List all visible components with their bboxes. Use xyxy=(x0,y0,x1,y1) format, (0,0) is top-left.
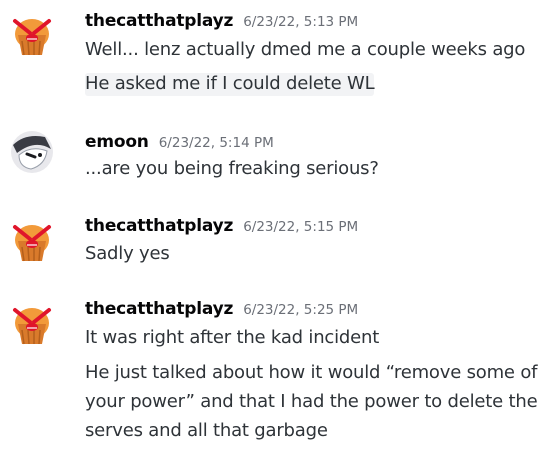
timestamp: 6/23/22, 5:13 PM xyxy=(243,14,359,30)
message-header: thecatthatplayz 6/23/22, 5:15 PM xyxy=(85,216,358,236)
timestamp: 6/23/22, 5:25 PM xyxy=(243,302,359,318)
message-text: It was right after the kad incident xyxy=(85,327,380,348)
message-text: He just talked about how it would “remov… xyxy=(85,362,538,383)
message-text: your power” and that I had the power to … xyxy=(85,391,538,412)
username[interactable]: thecatthatplayz xyxy=(85,11,233,31)
message-header: thecatthatplayz 6/23/22, 5:25 PM xyxy=(85,299,358,319)
message-text: Well... lenz actually dmed me a couple w… xyxy=(85,39,526,60)
message-text: He asked me if I could delete WL xyxy=(85,73,375,96)
ghost-mask-avatar-icon[interactable] xyxy=(11,131,53,173)
message-text-highlighted: He asked me if I could delete WL xyxy=(85,73,375,96)
message-header: emoon 6/23/22, 5:14 PM xyxy=(85,132,274,152)
username[interactable]: thecatthatplayz xyxy=(85,299,233,319)
muffin-angry-avatar-icon[interactable] xyxy=(12,223,52,263)
message-text: ...are you being freaking serious? xyxy=(85,158,379,179)
muffin-angry-avatar-icon[interactable] xyxy=(12,17,52,57)
username[interactable]: emoon xyxy=(85,132,149,152)
username[interactable]: thecatthatplayz xyxy=(85,216,233,236)
message-header: thecatthatplayz 6/23/22, 5:13 PM xyxy=(85,11,358,31)
timestamp: 6/23/22, 5:15 PM xyxy=(243,219,359,235)
message-text: Sadly yes xyxy=(85,243,170,264)
message-text: serves and all that garbage xyxy=(85,420,328,441)
muffin-angry-avatar-icon[interactable] xyxy=(12,306,52,346)
timestamp: 6/23/22, 5:14 PM xyxy=(158,135,274,151)
